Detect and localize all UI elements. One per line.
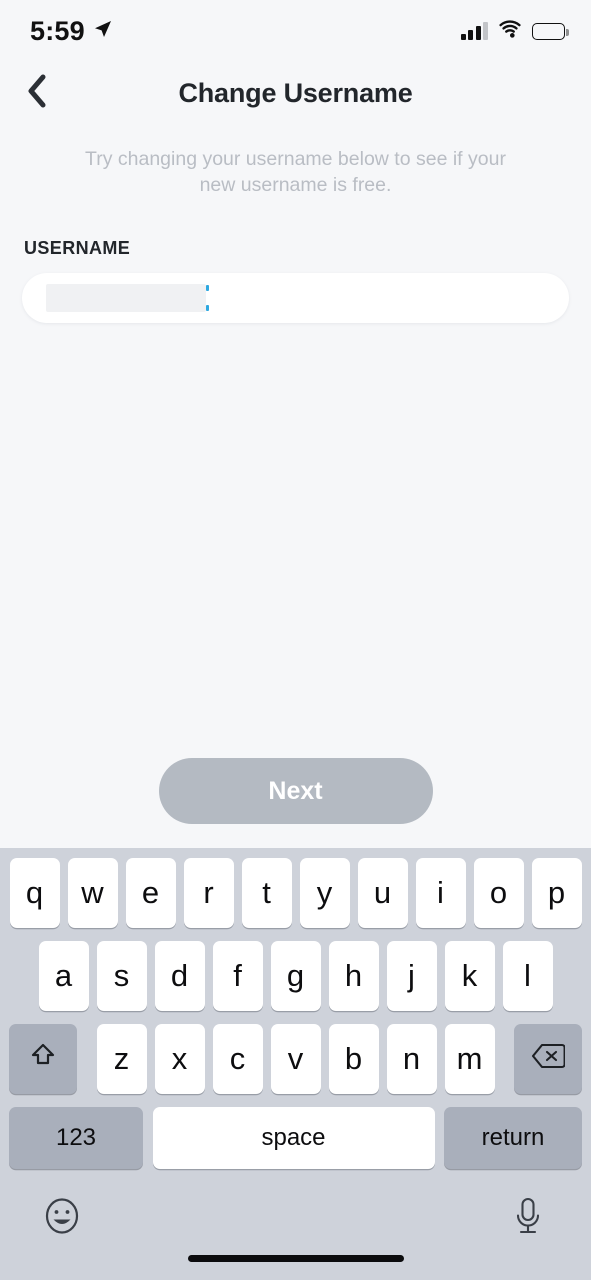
username-input[interactable] [22,273,569,323]
keyboard-row-1: q w e r t y u i o p [0,858,591,928]
chevron-left-icon [26,74,48,113]
page-subtitle: Try changing your username below to see … [85,148,506,196]
key-v[interactable]: v [270,1024,321,1094]
numbers-key[interactable]: 123 [9,1107,143,1169]
key-e[interactable]: e [125,858,176,928]
key-z[interactable]: z [96,1024,147,1094]
key-s[interactable]: s [96,941,147,1011]
location-arrow-icon [93,19,113,44]
status-bar-right [460,19,569,43]
redacted-value [46,284,206,312]
status-bar: 5:59 [0,0,591,62]
key-m[interactable]: m [444,1024,495,1094]
shift-arrow-up-icon [28,1040,58,1078]
emoji-button[interactable] [42,1196,82,1241]
text-caret [206,285,209,311]
key-l[interactable]: l [502,941,553,1011]
navigation-bar: Change Username [0,62,591,124]
keyboard-row-3: z x c v b n m [0,1024,591,1094]
return-key[interactable]: return [444,1107,582,1169]
backspace-key[interactable] [514,1024,582,1094]
key-y[interactable]: y [299,858,350,928]
page-title: Change Username [178,77,413,108]
backspace-delete-icon [531,1041,566,1077]
space-key[interactable]: space [152,1107,435,1169]
status-time: 5:59 [30,15,85,46]
key-p[interactable]: p [531,858,582,928]
key-r[interactable]: r [183,858,234,928]
key-f[interactable]: f [212,941,263,1011]
key-t[interactable]: t [241,858,292,928]
username-field-label: USERNAME [24,238,131,258]
next-button-label: Next [268,776,323,805]
keyboard-bottom-bar [0,1188,591,1280]
on-screen-keyboard: q w e r t y u i o p a s d f g h j k l z … [0,848,591,1280]
key-k[interactable]: k [444,941,495,1011]
microphone-icon [511,1197,545,1242]
key-a[interactable]: a [38,941,89,1011]
key-u[interactable]: u [357,858,408,928]
emoji-smiley-icon [42,1198,82,1240]
key-b[interactable]: b [328,1024,379,1094]
keyboard-row-2: a s d f g h j k l [0,941,591,1011]
dictation-button[interactable] [511,1196,545,1243]
key-n[interactable]: n [386,1024,437,1094]
key-d[interactable]: d [154,941,205,1011]
next-button[interactable]: Next [158,758,433,824]
key-x[interactable]: x [154,1024,205,1094]
key-j[interactable]: j [386,941,437,1011]
key-c[interactable]: c [212,1024,263,1094]
shift-key[interactable] [9,1024,77,1094]
key-g[interactable]: g [270,941,321,1011]
cellular-signal-icon [460,22,488,40]
status-bar-left: 5:59 [30,16,113,47]
key-o[interactable]: o [473,858,524,928]
keyboard-row-4: 123 space return [0,1107,591,1169]
battery-low-icon [532,22,569,40]
home-indicator-bar [187,1255,404,1262]
back-button[interactable] [14,70,60,116]
key-w[interactable]: w [67,858,118,928]
key-h[interactable]: h [328,941,379,1011]
key-q[interactable]: q [9,858,60,928]
wifi-icon [498,19,522,43]
key-i[interactable]: i [415,858,466,928]
